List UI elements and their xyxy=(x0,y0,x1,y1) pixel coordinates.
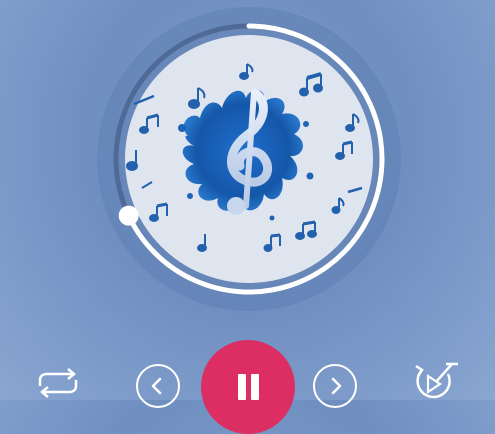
repeat-button[interactable] xyxy=(32,368,84,398)
shuffle-timer-icon xyxy=(415,362,458,399)
pause-button[interactable] xyxy=(201,340,295,434)
pause-icon xyxy=(238,374,246,400)
previous-icon xyxy=(151,377,162,395)
repeat-icon xyxy=(38,368,78,398)
playback-controls xyxy=(0,338,495,434)
player-screen xyxy=(0,0,495,434)
previous-button[interactable] xyxy=(136,364,180,408)
progress-thumb xyxy=(118,205,139,226)
disc-badge xyxy=(328,256,358,280)
next-button[interactable] xyxy=(313,364,357,408)
next-icon xyxy=(331,377,342,395)
shuffle-button[interactable] xyxy=(406,360,462,400)
album-disc xyxy=(96,6,402,312)
